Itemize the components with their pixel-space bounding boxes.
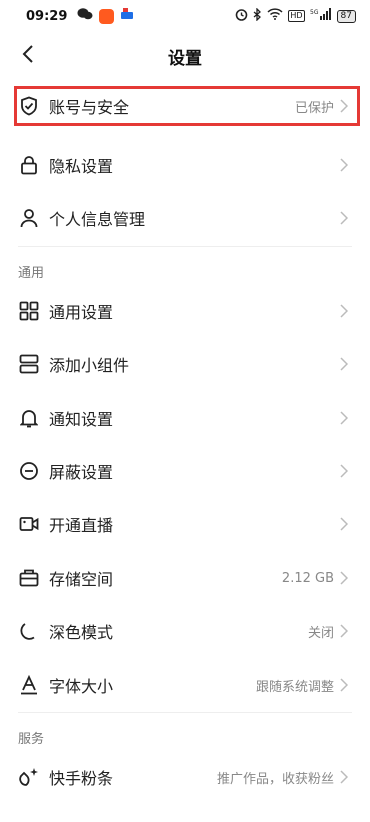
- settings-item-label: 快手粉条: [49, 769, 114, 788]
- section-title-services: 服务: [18, 732, 45, 747]
- settings-item-label: 开通直播: [49, 516, 114, 535]
- font-icon: [18, 674, 40, 696]
- settings-item-value: 跟随系统调整: [255, 679, 334, 695]
- navigation-bar: 设置: [0, 36, 370, 76]
- sparkle-icon: [18, 766, 40, 788]
- chevron-right-icon: [340, 411, 350, 425]
- settings-item-label: 通知设置: [49, 410, 114, 429]
- chevron-right-icon: [340, 357, 350, 371]
- kuaishou-app-icon: [99, 8, 115, 24]
- bluetooth-icon: [253, 6, 262, 25]
- chevron-right-icon: [340, 624, 350, 638]
- settings-item-label: 账号与安全: [49, 98, 130, 117]
- settings-item-value: 关闭: [307, 625, 334, 641]
- settings-item-value: 已保护: [294, 100, 334, 116]
- settings-item-block[interactable]: 屏蔽设置: [0, 446, 370, 496]
- status-time: 09:29: [26, 8, 68, 24]
- settings-item-label: 隐私设置: [49, 157, 114, 176]
- chevron-right-icon: [340, 571, 350, 585]
- shield-check-icon: [18, 95, 40, 117]
- settings-item-storage[interactable]: 存储空间 2.12 GB: [0, 553, 370, 603]
- grid-icon: [18, 300, 40, 322]
- widget-icon: [18, 353, 40, 375]
- app-notification-icon: [120, 7, 134, 25]
- camera-icon: [18, 513, 40, 535]
- settings-item-label: 添加小组件: [49, 356, 130, 375]
- chevron-right-icon: [340, 517, 350, 531]
- page-title: 设置: [168, 48, 202, 69]
- storage-icon: [18, 567, 40, 589]
- block-icon: [18, 460, 40, 482]
- settings-item-add-widget[interactable]: 添加小组件: [0, 339, 370, 389]
- battery-indicator: 87: [336, 9, 356, 23]
- alarm-icon: [235, 8, 248, 25]
- settings-item-personal-info[interactable]: 个人信息管理: [0, 193, 370, 243]
- settings-item-label: 个人信息管理: [49, 210, 146, 229]
- settings-item-notifications[interactable]: 通知设置: [0, 393, 370, 443]
- chevron-right-icon: [340, 770, 350, 784]
- status-bar: 09:29 HD 5G 87: [0, 0, 370, 32]
- section-title-general: 通用: [18, 266, 45, 281]
- settings-item-label: 存储空间: [49, 570, 114, 589]
- svg-text:5G: 5G: [310, 9, 319, 16]
- status-left: 09:29: [26, 7, 134, 25]
- hd-badge: HD: [288, 10, 305, 22]
- settings-item-live[interactable]: 开通直播: [0, 499, 370, 549]
- chevron-right-icon: [340, 464, 350, 478]
- settings-item-dark-mode[interactable]: 深色模式 关闭: [0, 606, 370, 656]
- chevron-right-icon: [340, 304, 350, 318]
- settings-item-value: 2.12 GB: [281, 570, 334, 586]
- wechat-icon: [77, 7, 93, 25]
- person-icon: [18, 207, 40, 229]
- section-divider: [18, 246, 352, 247]
- back-arrow-icon: [22, 44, 34, 68]
- chevron-right-icon: [340, 158, 350, 172]
- settings-item-font-size[interactable]: 字体大小 跟随系统调整: [0, 660, 370, 710]
- settings-item-kuaishou-fentiao[interactable]: 快手粉条 推广作品，收获粉丝: [0, 752, 370, 802]
- lock-icon: [18, 154, 40, 176]
- section-divider: [18, 712, 352, 713]
- settings-item-privacy[interactable]: 隐私设置: [0, 140, 370, 190]
- bell-icon: [18, 407, 40, 429]
- chevron-right-icon: [340, 99, 350, 113]
- back-button[interactable]: [14, 42, 42, 70]
- settings-item-general[interactable]: 通用设置: [0, 286, 370, 336]
- settings-item-label: 屏蔽设置: [49, 463, 114, 482]
- settings-item-account-security[interactable]: 账号与安全 已保护: [0, 86, 370, 126]
- chevron-right-icon: [340, 211, 350, 225]
- cellular-signal-icon: 5G: [310, 7, 332, 25]
- settings-item-label: 通用设置: [49, 303, 114, 322]
- moon-icon: [18, 620, 40, 642]
- settings-item-label: 字体大小: [49, 677, 114, 696]
- settings-item-label: 深色模式: [49, 623, 114, 642]
- status-right: HD 5G 87: [235, 6, 356, 25]
- wifi-icon: [267, 8, 283, 24]
- settings-item-value: 推广作品，收获粉丝: [216, 771, 334, 787]
- chevron-right-icon: [340, 678, 350, 692]
